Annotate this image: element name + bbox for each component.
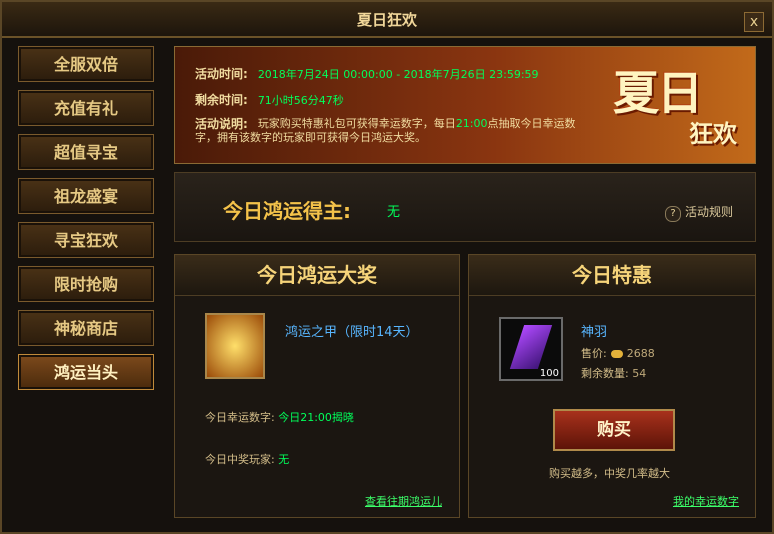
my-lucky-numbers-link[interactable]: 我的幸运数字 [673, 493, 739, 509]
event-description-text-a: 玩家购买特惠礼包可获得幸运数字，每日 [257, 117, 456, 130]
lucky-number-row: 今日幸运数字: 今日21:00揭晓 [205, 409, 354, 425]
sidebar-item-treasure[interactable]: 超值寻宝 [18, 134, 154, 170]
buy-button[interactable]: 购买 [553, 409, 675, 451]
daily-deal-panel: 今日特惠 100 神羽 售价: 2688 剩余数量: 54 购买 购买越多，中奖几… [468, 254, 756, 518]
sidebar: 全服双倍 充值有礼 超值寻宝 祖龙盛宴 寻宝狂欢 限时抢购 神秘商店 鸿运当头 [18, 46, 158, 398]
stock-label: 剩余数量: [581, 367, 629, 380]
event-time-label: 活动时间: [195, 67, 248, 81]
purchase-hint: 购买越多，中奖几率越大 [549, 467, 670, 480]
winning-player-label: 今日中奖玩家: [205, 453, 275, 466]
remaining-time-value: 71小时56分47秒 [257, 94, 344, 107]
winner-label: 今日鸿运得主: [223, 199, 351, 223]
item-quantity: 100 [539, 368, 559, 379]
event-time-value: 2018年7月24日 00:00:00 - 2018年7月26日 23:59:5… [257, 68, 539, 81]
summer-carnival-logo: 夏日 狂欢 [613, 57, 741, 153]
lucky-number-label: 今日幸运数字: [205, 411, 275, 424]
remaining-time-row: 剩余时间: 71小时56分47秒 [195, 91, 344, 108]
price-label: 售价: [581, 347, 607, 360]
stock-value: 54 [632, 367, 647, 380]
grand-prize-title: 今日鸿运大奖 [175, 255, 459, 296]
winner-value: 无 [387, 205, 401, 220]
stock-row: 剩余数量: 54 [581, 365, 646, 381]
lucky-number-value: 今日21:00揭晓 [278, 411, 354, 424]
sidebar-item-fortune[interactable]: 鸿运当头 [18, 354, 154, 390]
sidebar-item-flash-sale[interactable]: 限时抢购 [18, 266, 154, 302]
sidebar-item-double[interactable]: 全服双倍 [18, 46, 154, 82]
title-bar: 夏日狂欢 x [2, 2, 772, 38]
rules-link[interactable]: ? 活动规则 [664, 203, 733, 222]
event-window: 夏日狂欢 x 全服双倍 充值有礼 超值寻宝 祖龙盛宴 寻宝狂欢 限时抢购 神秘商… [0, 0, 774, 534]
window-title: 夏日狂欢 [356, 11, 417, 29]
wing-icon [509, 325, 553, 369]
price-value: 2688 [626, 347, 655, 360]
winner-strip: 今日鸿运得主: 无 ? 活动规则 [174, 172, 756, 242]
sidebar-item-recharge[interactable]: 充值有礼 [18, 90, 154, 126]
close-button[interactable]: x [744, 12, 764, 32]
event-description-time: 21:00 [455, 117, 488, 130]
logo-text-big: 夏日 [613, 66, 703, 120]
remaining-time-label: 剩余时间: [195, 93, 248, 107]
rules-label: 活动规则 [684, 205, 733, 219]
winning-player-value: 无 [278, 453, 290, 466]
sidebar-item-mystery-shop[interactable]: 神秘商店 [18, 310, 154, 346]
logo-text-small: 狂欢 [689, 120, 737, 148]
gold-ingot-icon [610, 350, 623, 358]
feather-item-icon[interactable]: 100 [499, 317, 563, 381]
sidebar-item-carnival[interactable]: 寻宝狂欢 [18, 222, 154, 258]
deal-item-name: 神羽 [581, 325, 608, 340]
daily-deal-title: 今日特惠 [469, 255, 755, 296]
event-banner: 活动时间: 2018年7月24日 00:00:00 - 2018年7月26日 23… [174, 46, 756, 164]
help-icon: ? [664, 206, 681, 222]
event-description: 活动说明: 玩家购买特惠礼包可获得幸运数字，每日21:00点抽取今日幸运数字，拥有… [195, 117, 595, 145]
armor-item-icon[interactable] [205, 313, 265, 379]
grand-prize-panel: 今日鸿运大奖 鸿运之甲（限时14天） 今日幸运数字: 今日21:00揭晓 今日中… [174, 254, 460, 518]
event-description-label: 活动说明: [195, 117, 248, 131]
price-row: 售价: 2688 [581, 345, 655, 361]
prize-item-name: 鸿运之甲（限时14天） [285, 325, 419, 340]
sidebar-item-feast[interactable]: 祖龙盛宴 [18, 178, 154, 214]
winning-player-row: 今日中奖玩家: 无 [205, 451, 289, 467]
history-winners-link[interactable]: 查看往期鸿运儿 [365, 493, 442, 509]
event-time-row: 活动时间: 2018年7月24日 00:00:00 - 2018年7月26日 23… [195, 65, 539, 82]
